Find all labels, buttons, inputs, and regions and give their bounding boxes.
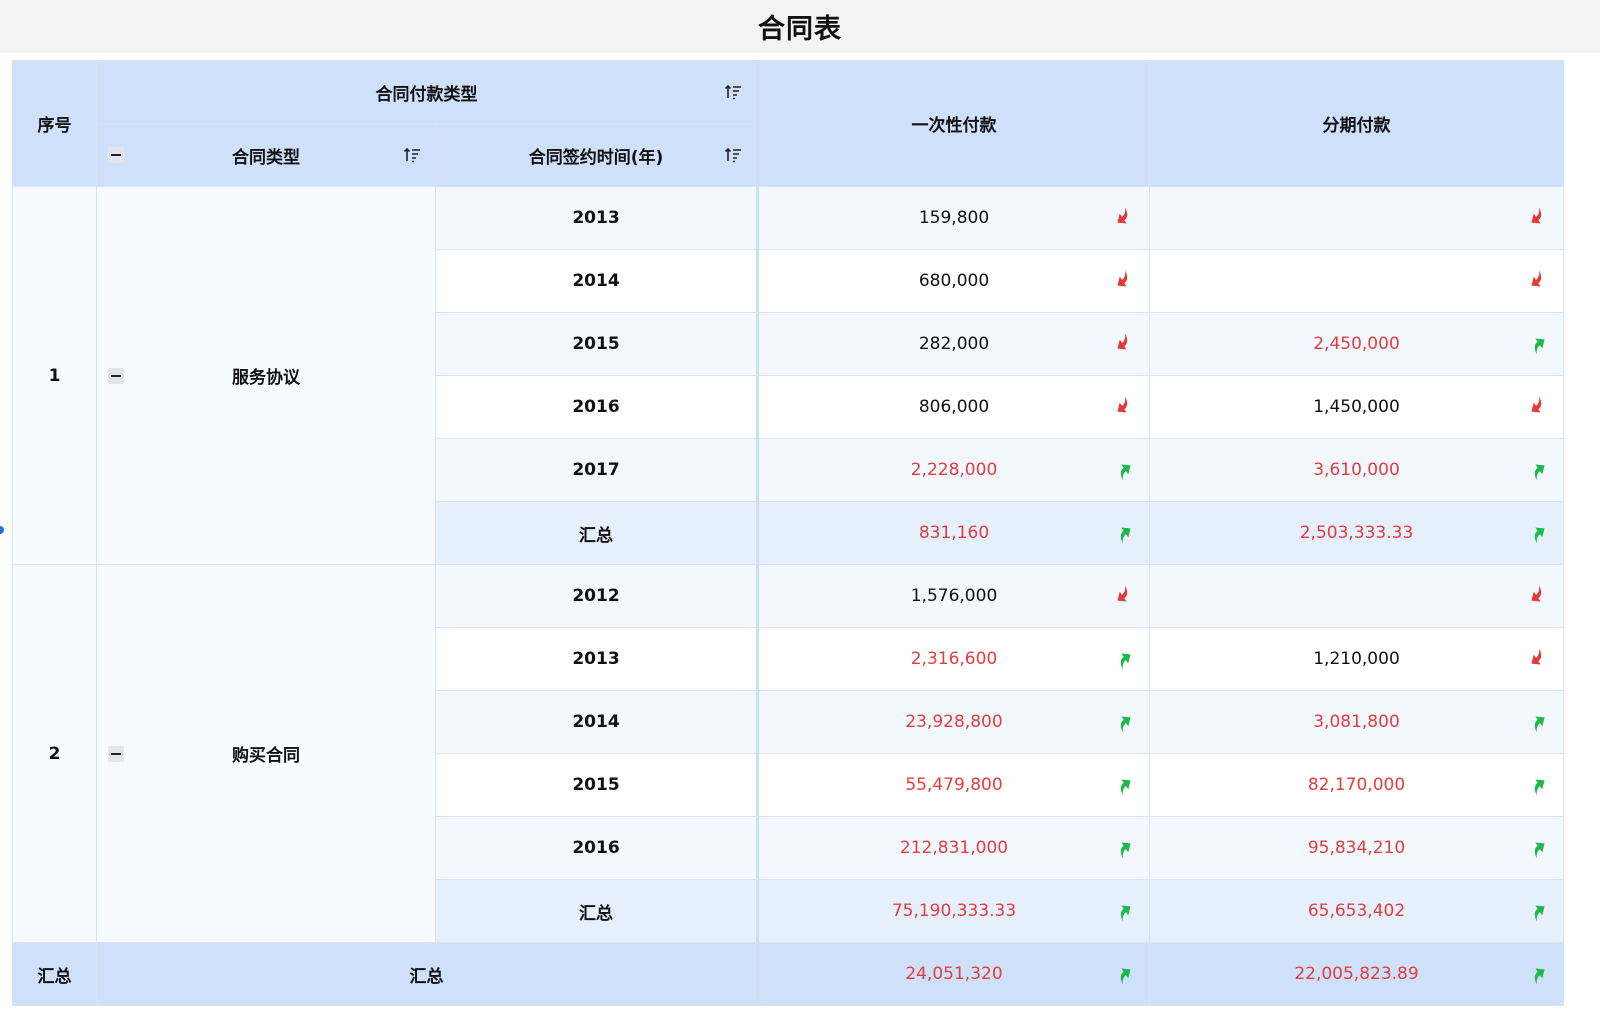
installment-cell: 3,610,000	[1149, 438, 1564, 502]
grand-total-installment: 22,005,823.89	[1149, 942, 1564, 1006]
grand-total-label: 汇总	[96, 942, 759, 1006]
collapse-icon[interactable]	[108, 367, 124, 384]
trend-up-arrow-icon	[1527, 774, 1549, 796]
trend-up-arrow-icon	[1113, 900, 1135, 922]
year-cell: 2015	[435, 312, 759, 376]
installment-cell: 1,450,000	[1149, 375, 1564, 439]
collapse-icon[interactable]	[108, 147, 124, 163]
lump-sum-cell: 806,000	[757, 375, 1150, 439]
year-cell: 2016	[435, 816, 759, 880]
year-cell: 2015	[435, 753, 759, 817]
installment-cell: 3,081,800	[1149, 690, 1564, 754]
lump-sum-cell: 55,479,800	[757, 753, 1150, 817]
trend-down-arrow-icon	[1527, 585, 1549, 607]
trend-up-arrow-icon	[1527, 333, 1549, 355]
lump-sum-cell: 1,576,000	[757, 564, 1150, 628]
trend-down-arrow-icon	[1527, 648, 1549, 670]
installment-cell: 1,210,000	[1149, 627, 1564, 691]
year-cell: 2016	[435, 375, 759, 439]
lump-sum-cell: 75,190,333.33	[757, 879, 1150, 943]
group-index: 1	[12, 186, 97, 565]
trend-up-arrow-icon	[1527, 963, 1549, 985]
installment-cell: 2,503,333.33	[1149, 501, 1564, 565]
trend-down-arrow-icon	[1113, 396, 1135, 418]
year-cell: 汇总	[435, 501, 759, 565]
sort-icon[interactable]	[403, 146, 421, 164]
trend-up-arrow-icon	[1113, 774, 1135, 796]
installment-cell	[1149, 564, 1564, 628]
trend-down-arrow-icon	[1113, 333, 1135, 355]
grand-total-lump-sum: 24,051,320	[757, 942, 1150, 1006]
installment-cell: 65,653,402	[1149, 879, 1564, 943]
installment-cell: 95,834,210	[1149, 816, 1564, 880]
trend-down-arrow-icon	[1113, 207, 1135, 229]
lump-sum-cell: 680,000	[757, 249, 1150, 313]
year-cell: 2012	[435, 564, 759, 628]
group-contract-type[interactable]: 服务协议	[96, 186, 436, 565]
header-contract-type[interactable]: 合同类型	[96, 123, 436, 187]
installment-cell: 2,450,000	[1149, 312, 1564, 376]
trend-up-arrow-icon	[1113, 711, 1135, 733]
lump-sum-cell: 831,160	[757, 501, 1150, 565]
trend-up-arrow-icon	[1527, 711, 1549, 733]
trend-up-arrow-icon	[1113, 522, 1135, 544]
trend-up-arrow-icon	[1527, 459, 1549, 481]
installment-cell	[1149, 249, 1564, 313]
grand-total-row: 汇总 汇总 24,051,320 22,005,823.89	[12, 942, 1564, 1006]
trend-down-arrow-icon	[1527, 270, 1549, 292]
scroll-indicator	[0, 526, 4, 534]
header-index: 序号	[12, 60, 97, 187]
grand-total-index: 汇总	[12, 942, 97, 1006]
installment-cell: 82,170,000	[1149, 753, 1564, 817]
trend-down-arrow-icon	[1527, 396, 1549, 418]
lump-sum-cell: 282,000	[757, 312, 1150, 376]
pivot-table: 序号 合同付款类型 一次性付款 分期付款 合同类型 合同签约时间(年) 1 服务…	[12, 60, 1564, 1006]
trend-up-arrow-icon	[1113, 459, 1135, 481]
year-cell: 2014	[435, 249, 759, 313]
page-title: 合同表	[758, 14, 842, 45]
trend-up-arrow-icon	[1113, 648, 1135, 670]
trend-down-arrow-icon	[1527, 207, 1549, 229]
year-cell: 汇总	[435, 879, 759, 943]
lump-sum-cell: 2,316,600	[757, 627, 1150, 691]
year-cell: 2013	[435, 627, 759, 691]
lump-sum-cell: 2,228,000	[757, 438, 1150, 502]
trend-up-arrow-icon	[1527, 837, 1549, 859]
trend-up-arrow-icon	[1527, 522, 1549, 544]
header-payment-type[interactable]: 合同付款类型	[96, 60, 759, 124]
lump-sum-cell: 212,831,000	[757, 816, 1150, 880]
lump-sum-cell: 159,800	[757, 186, 1150, 250]
table-row: 1 服务协议 2013 159,800	[12, 186, 1564, 565]
collapse-icon[interactable]	[108, 745, 124, 762]
header-sign-year[interactable]: 合同签约时间(年)	[435, 123, 759, 187]
lump-sum-cell: 23,928,800	[757, 690, 1150, 754]
year-cell: 2013	[435, 186, 759, 250]
group-contract-type[interactable]: 购买合同	[96, 564, 436, 943]
sort-icon[interactable]	[724, 83, 742, 101]
installment-cell	[1149, 186, 1564, 250]
year-cell: 2014	[435, 690, 759, 754]
trend-up-arrow-icon	[1113, 837, 1135, 859]
header-installment: 分期付款	[1149, 60, 1564, 187]
trend-up-arrow-icon	[1527, 900, 1549, 922]
table-row: 2 购买合同 2012 1,576,000	[12, 564, 1564, 943]
trend-up-arrow-icon	[1113, 963, 1135, 985]
trend-down-arrow-icon	[1113, 585, 1135, 607]
header-lump-sum: 一次性付款	[757, 60, 1150, 187]
group-index: 2	[12, 564, 97, 943]
year-cell: 2017	[435, 438, 759, 502]
title-bar: 合同表	[0, 0, 1600, 53]
trend-down-arrow-icon	[1113, 270, 1135, 292]
sort-icon[interactable]	[724, 146, 742, 164]
